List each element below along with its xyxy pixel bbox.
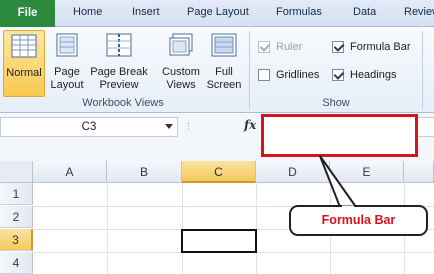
callout-pointer-cover — [342, 205, 354, 209]
